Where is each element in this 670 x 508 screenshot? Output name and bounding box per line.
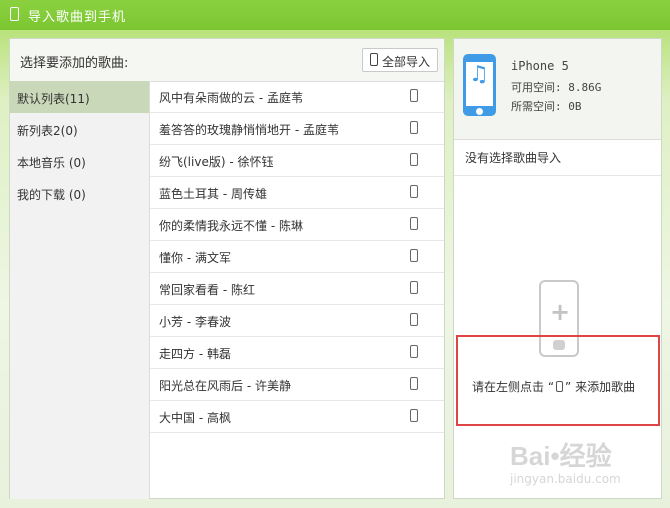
divider <box>454 175 661 176</box>
required-space: 所需空间: 0B <box>511 100 582 113</box>
playlist-label: 新列表2(0) <box>17 124 78 138</box>
add-to-phone-icon[interactable] <box>410 249 418 262</box>
add-songs-hint: 请在左侧点击 “ ” 来添加歌曲 <box>472 378 635 395</box>
device-name: iPhone 5 <box>511 59 569 73</box>
song-row[interactable]: 常回家看看 - 陈红 <box>150 273 444 305</box>
add-to-phone-icon[interactable] <box>410 217 418 230</box>
phone-icon <box>556 381 564 392</box>
song-name: 纷飞(live版) - 徐怀钰 <box>159 155 274 169</box>
song-row[interactable]: 风中有朵雨做的云 - 孟庭苇 <box>150 81 444 113</box>
song-name: 懂你 - 满文军 <box>159 251 231 265</box>
song-row[interactable]: 阳光总在风雨后 - 许美静 <box>150 369 444 401</box>
import-all-label: 全部导入 <box>382 55 431 69</box>
song-row[interactable]: 走四方 - 韩磊 <box>150 337 444 369</box>
playlist-local-music[interactable]: 本地音乐 (0) <box>10 145 149 177</box>
device-info: ♫ iPhone 5 可用空间: 8.86G 所需空间: 0B <box>454 39 661 140</box>
add-to-phone-icon[interactable] <box>410 345 418 358</box>
add-to-phone-icon[interactable] <box>410 89 418 102</box>
song-row[interactable]: 纷飞(live版) - 徐怀钰 <box>150 145 444 177</box>
add-to-phone-icon[interactable] <box>410 185 418 198</box>
playlist-label: 默认列表(11) <box>17 92 90 106</box>
song-row[interactable]: 蓝色土耳其 - 周传雄 <box>150 177 444 209</box>
song-list: 风中有朵雨做的云 - 孟庭苇 羞答答的玫瑰静悄悄地开 - 孟庭苇 纷飞(live… <box>150 81 444 499</box>
song-name: 常回家看看 - 陈红 <box>159 283 255 297</box>
watermark-url: jingyan.baidu.com <box>510 472 621 486</box>
device-phone-icon: ♫ <box>463 54 496 116</box>
add-to-phone-icon[interactable] <box>410 281 418 294</box>
song-name: 羞答答的玫瑰静悄悄地开 - 孟庭苇 <box>159 123 339 137</box>
import-status: 没有选择歌曲导入 <box>465 151 562 165</box>
add-to-phone-icon[interactable] <box>410 153 418 166</box>
playlist-new-2[interactable]: 新列表2(0) <box>10 113 149 145</box>
phone-icon <box>370 53 378 66</box>
song-name: 大中国 - 高枫 <box>159 411 231 425</box>
hint-text-start: 请在左侧点击 “ <box>472 380 555 394</box>
song-selection-title: 选择要添加的歌曲: <box>20 56 129 71</box>
watermark-brand: Bai•经验 <box>510 441 612 471</box>
baidu-watermark: Bai•经验 jingyan.baidu.com <box>510 432 660 492</box>
import-all-button[interactable]: 全部导入 <box>362 48 438 72</box>
home-button-icon <box>476 108 483 115</box>
music-note-icon: ♫ <box>469 62 489 87</box>
phone-icon <box>10 7 19 21</box>
plus-icon: + <box>550 298 571 326</box>
import-songs-window: 导入歌曲到手机 选择要添加的歌曲: 全部导入 默认列表(11) 新列表2(0) … <box>0 0 670 508</box>
playlist-sidebar: 默认列表(11) 新列表2(0) 本地音乐 (0) 我的下载 (0) <box>10 81 150 499</box>
song-selection-panel: 选择要添加的歌曲: 全部导入 默认列表(11) 新列表2(0) 本地音乐 (0)… <box>9 38 445 499</box>
add-to-phone-icon[interactable] <box>410 377 418 390</box>
song-row[interactable]: 羞答答的玫瑰静悄悄地开 - 孟庭苇 <box>150 113 444 145</box>
song-name: 风中有朵雨做的云 - 孟庭苇 <box>159 91 303 105</box>
song-name: 小芳 - 李春波 <box>159 315 231 329</box>
playlist-label: 本地音乐 (0) <box>17 156 86 170</box>
add-to-phone-icon[interactable] <box>410 313 418 326</box>
playlist-default[interactable]: 默认列表(11) <box>10 81 149 113</box>
title-bar: 导入歌曲到手机 <box>0 0 670 30</box>
device-panel: ♫ iPhone 5 可用空间: 8.86G 所需空间: 0B 没有选择歌曲导入… <box>453 38 662 499</box>
window-title: 导入歌曲到手机 <box>28 10 127 25</box>
playlist-my-downloads[interactable]: 我的下载 (0) <box>10 177 149 209</box>
song-name: 你的柔情我永远不懂 - 陈琳 <box>159 219 303 233</box>
song-selection-header: 选择要添加的歌曲: 全部导入 <box>10 39 444 82</box>
song-row[interactable]: 小芳 - 李春波 <box>150 305 444 337</box>
playlist-label: 我的下载 (0) <box>17 188 86 202</box>
hint-text-end: ” 来添加歌曲 <box>565 380 636 394</box>
add-to-phone-icon[interactable] <box>410 121 418 134</box>
song-name: 阳光总在风雨后 - 许美静 <box>159 379 291 393</box>
song-row[interactable]: 你的柔情我永远不懂 - 陈琳 <box>150 209 444 241</box>
song-row[interactable]: 大中国 - 高枫 <box>150 401 444 433</box>
available-space: 可用空间: 8.86G <box>511 81 602 94</box>
song-name: 蓝色土耳其 - 周传雄 <box>159 187 267 201</box>
song-row[interactable]: 懂你 - 满文军 <box>150 241 444 273</box>
song-name: 走四方 - 韩磊 <box>159 347 231 361</box>
add-to-phone-icon[interactable] <box>410 409 418 422</box>
